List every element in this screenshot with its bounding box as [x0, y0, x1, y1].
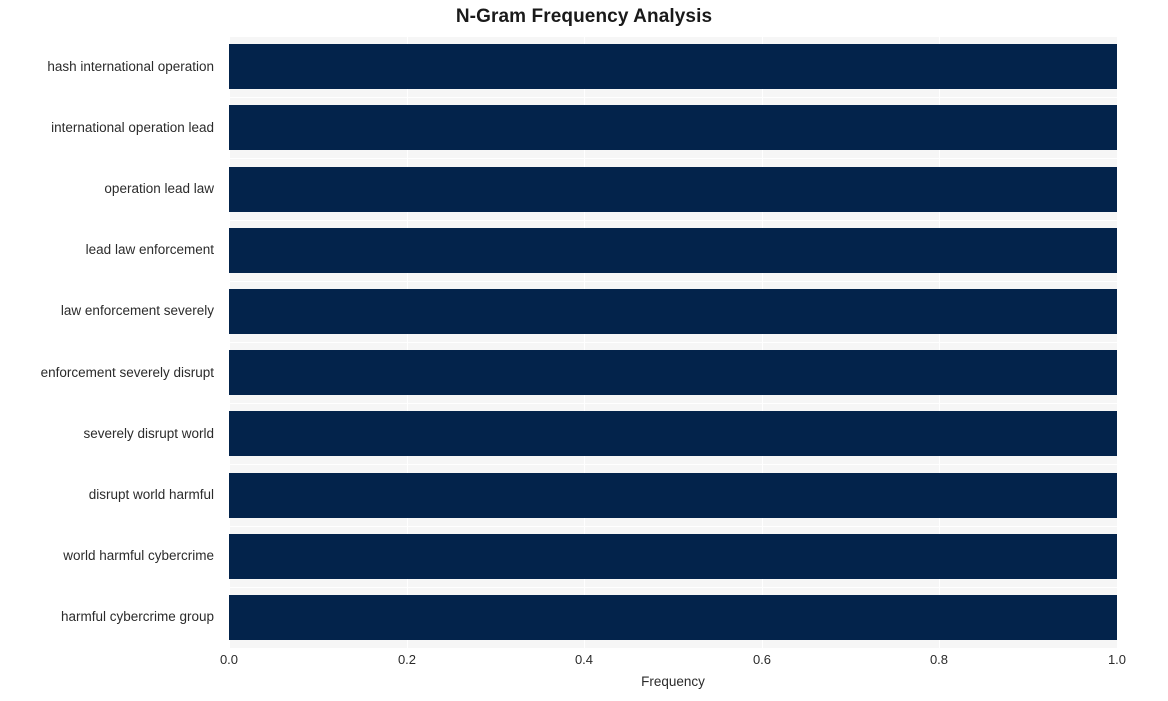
bar[interactable] [229, 167, 1117, 212]
bar[interactable] [229, 105, 1117, 150]
bar[interactable] [229, 411, 1117, 456]
x-axis-tick-label: 0.4 [574, 652, 594, 667]
horizontal-gridline [229, 97, 1117, 98]
y-axis-tick-label: law enforcement severely [60, 303, 214, 318]
y-axis-tick-label: lead law enforcement [85, 242, 214, 257]
x-axis-tick-label: 0.8 [929, 652, 949, 667]
y-axis-tick-label: harmful cybercrime group [60, 609, 214, 624]
y-axis-tick-label: severely disrupt world [83, 426, 214, 441]
y-axis-tick-label: world harmful cybercrime [63, 548, 214, 563]
horizontal-gridline [229, 220, 1117, 221]
bar[interactable] [229, 44, 1117, 89]
horizontal-gridline [229, 464, 1117, 465]
bar[interactable] [229, 350, 1117, 395]
horizontal-gridline [229, 587, 1117, 588]
x-axis-tick-label: 0.2 [397, 652, 417, 667]
horizontal-gridline [229, 36, 1117, 37]
y-axis-tick-label: hash international operation [47, 59, 214, 74]
x-axis-tick-label: 0.0 [219, 652, 239, 667]
bar[interactable] [229, 534, 1117, 579]
horizontal-gridline [229, 526, 1117, 527]
horizontal-gridline [229, 342, 1117, 343]
y-axis-tick-label: international operation lead [51, 120, 214, 135]
horizontal-gridline [229, 281, 1117, 282]
horizontal-gridline [229, 158, 1117, 159]
bar[interactable] [229, 473, 1117, 518]
y-axis-tick-label: disrupt world harmful [88, 487, 214, 502]
y-axis-tick-label: operation lead law [104, 181, 214, 196]
horizontal-gridline [229, 403, 1117, 404]
x-axis-tick-label: 1.0 [1107, 652, 1127, 667]
chart-figure: N-Gram Frequency Analysis hash internati… [0, 0, 1168, 701]
y-axis-tick-label: enforcement severely disrupt [40, 365, 214, 380]
x-axis-tick-label: 0.6 [752, 652, 772, 667]
bar[interactable] [229, 228, 1117, 273]
plot-area [229, 36, 1117, 648]
chart-title: N-Gram Frequency Analysis [455, 6, 713, 27]
x-axis-label: Frequency [641, 674, 705, 689]
bar[interactable] [229, 289, 1117, 334]
bar[interactable] [229, 595, 1117, 640]
